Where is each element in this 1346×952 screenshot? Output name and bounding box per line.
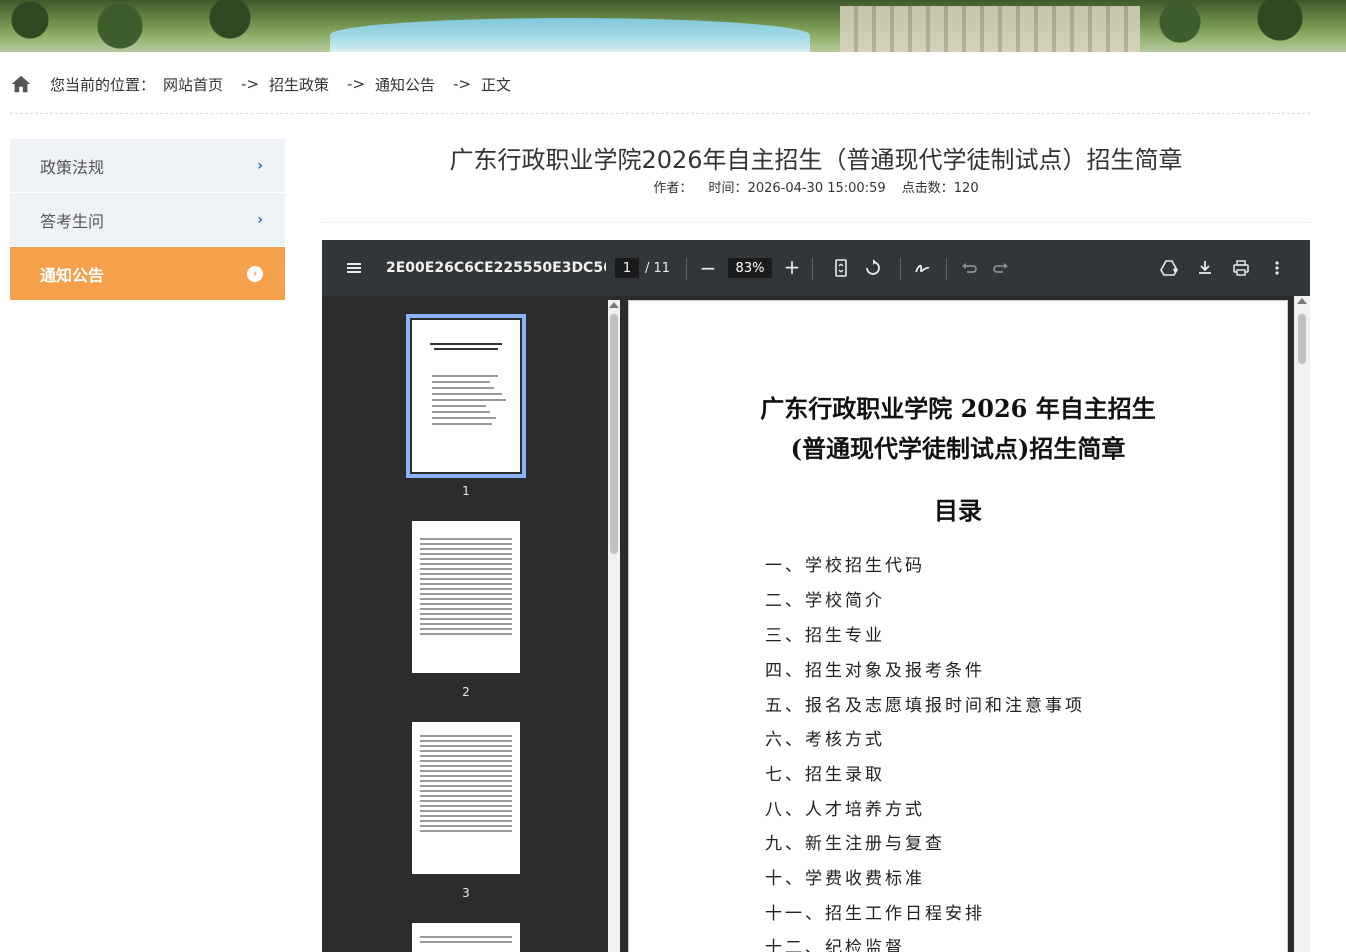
toc-item: 八、人才培养方式 — [765, 800, 925, 820]
thumbnail-sidebar: 1 2 3 — [322, 296, 620, 952]
breadcrumb-notice[interactable]: 通知公告 — [375, 74, 435, 95]
toc-heading: 目录 — [934, 496, 982, 525]
banner-trees — [0, 0, 330, 52]
toc-item: 九、新生注册与复查 — [765, 834, 945, 854]
toolbar-divider — [946, 258, 947, 280]
document-area: 广东行政职业学院 2026 年自主招生 (普通现代学徒制试点)招生简章 目录 一… — [620, 296, 1310, 952]
thumbnail-number: 3 — [462, 886, 470, 900]
download-icon[interactable] — [1195, 258, 1215, 278]
pdf-viewer: 2E00E26C6CE225550E3DC56D... 1 / 11 − 83%… — [322, 240, 1310, 952]
toc-item: 四、招生对象及报考条件 — [765, 661, 985, 681]
pdf-filename: 2E00E26C6CE225550E3DC56D... — [386, 260, 606, 276]
zoom-input[interactable]: 83% — [728, 258, 772, 278]
banner-building — [840, 6, 1140, 52]
rotate-icon[interactable] — [863, 258, 883, 278]
banner-lake — [330, 18, 810, 52]
redo-icon[interactable] — [991, 258, 1011, 278]
scrollbar-thumb[interactable] — [610, 314, 618, 554]
doc-title-line2: (普通现代学徒制试点)招生简章 — [790, 434, 1126, 463]
thumbnail-page-1[interactable] — [406, 314, 526, 478]
page-number-input[interactable]: 1 — [615, 258, 639, 278]
clicks-label: 点击数：120 — [901, 181, 979, 196]
sidebar-item-notice[interactable]: 通知公告 › — [10, 247, 285, 301]
sidebar-item-qa[interactable]: 答考生问 › — [10, 193, 285, 247]
scroll-up-icon[interactable] — [1297, 298, 1307, 304]
breadcrumb-current: 正文 — [481, 75, 512, 94]
toc-item: 七、招生录取 — [765, 765, 885, 785]
chevron-right-icon: › — [257, 157, 263, 174]
scroll-up-icon[interactable] — [609, 302, 619, 308]
home-icon[interactable] — [10, 73, 32, 95]
chevron-right-circle-icon: › — [247, 265, 263, 282]
thumbnail-page-3[interactable] — [412, 722, 520, 874]
breadcrumb-divider — [10, 113, 1310, 114]
zoom-in-button[interactable]: + — [782, 255, 802, 279]
toolbar-divider — [812, 258, 813, 280]
title-divider — [322, 222, 1310, 223]
toc-item: 十、学费收费标准 — [765, 869, 925, 889]
pdf-toolbar: 2E00E26C6CE225550E3DC56D... 1 / 11 − 83%… — [322, 240, 1310, 296]
sidebar: 政策法规 › 答考生问 › 通知公告 › — [10, 139, 285, 301]
author-label: 作者： — [653, 181, 693, 196]
pdf-page: 广东行政职业学院 2026 年自主招生 (普通现代学徒制试点)招生简章 目录 一… — [628, 300, 1288, 952]
thumbnail-number: 1 — [462, 484, 470, 498]
menu-icon[interactable] — [344, 258, 364, 278]
sidebar-item-label: 政策法规 — [40, 157, 105, 177]
time-label: 时间：2026-04-30 15:00:59 — [708, 181, 886, 196]
banner-trees-right — [1140, 0, 1346, 52]
toc-item: 二、学校简介 — [765, 591, 885, 611]
page-title: 广东行政职业学院2026年自主招生（普通现代学徒制试点）招生简章 — [449, 146, 1183, 174]
draw-icon[interactable] — [913, 258, 933, 278]
breadcrumb-label: 您当前的位置： — [50, 75, 156, 94]
print-icon[interactable] — [1231, 258, 1251, 278]
breadcrumb: 您当前的位置： 网站首页 -> 招生政策 -> 通知公告 -> 正文 — [10, 70, 519, 98]
drive-add-icon[interactable] — [1159, 258, 1179, 278]
sidebar-item-label: 通知公告 — [40, 265, 105, 285]
breadcrumb-separator: -> — [347, 75, 366, 93]
breadcrumb-policy[interactable]: 招生政策 — [269, 74, 329, 95]
scrollbar-thumb[interactable] — [1298, 314, 1306, 364]
document-scrollbar[interactable] — [1294, 296, 1310, 952]
sidebar-item-label: 答考生问 — [40, 211, 105, 231]
toc-item: 三、招生专业 — [765, 626, 885, 646]
thumbnail-scrollbar[interactable] — [608, 300, 620, 952]
toolbar-divider — [900, 258, 901, 280]
page-selector: 1 / 11 — [615, 258, 670, 278]
toc-item: 五、报名及志愿填报时间和注意事项 — [765, 696, 1085, 716]
breadcrumb-separator: -> — [453, 75, 472, 93]
thumbnail-page-4[interactable] — [412, 923, 520, 952]
toc-item: 十一、招生工作日程安排 — [765, 904, 985, 924]
page-total: / 11 — [645, 260, 671, 276]
breadcrumb-separator: -> — [241, 75, 260, 93]
thumbnail-page-2[interactable] — [412, 521, 520, 673]
thumbnail-number: 2 — [462, 685, 470, 699]
breadcrumb-home[interactable]: 网站首页 — [163, 74, 223, 95]
header-banner — [0, 0, 1346, 52]
more-options-icon[interactable] — [1267, 258, 1287, 278]
toc-item: 六、考核方式 — [765, 730, 885, 750]
sidebar-item-policy[interactable]: 政策法规 › — [10, 139, 285, 193]
zoom-out-button[interactable]: − — [698, 256, 718, 280]
toolbar-divider — [686, 258, 687, 280]
chevron-right-icon: › — [257, 211, 263, 228]
article-meta: 作者： 时间：2026-04-30 15:00:59 点击数：120 — [322, 177, 1310, 196]
doc-title-line1: 广东行政职业学院 2026 年自主招生 — [760, 394, 1156, 423]
toc-item: 十二、纪检监督 — [765, 938, 905, 952]
fit-page-icon[interactable] — [831, 258, 851, 278]
undo-icon[interactable] — [959, 258, 979, 278]
toc-item: 一、学校招生代码 — [765, 556, 925, 576]
